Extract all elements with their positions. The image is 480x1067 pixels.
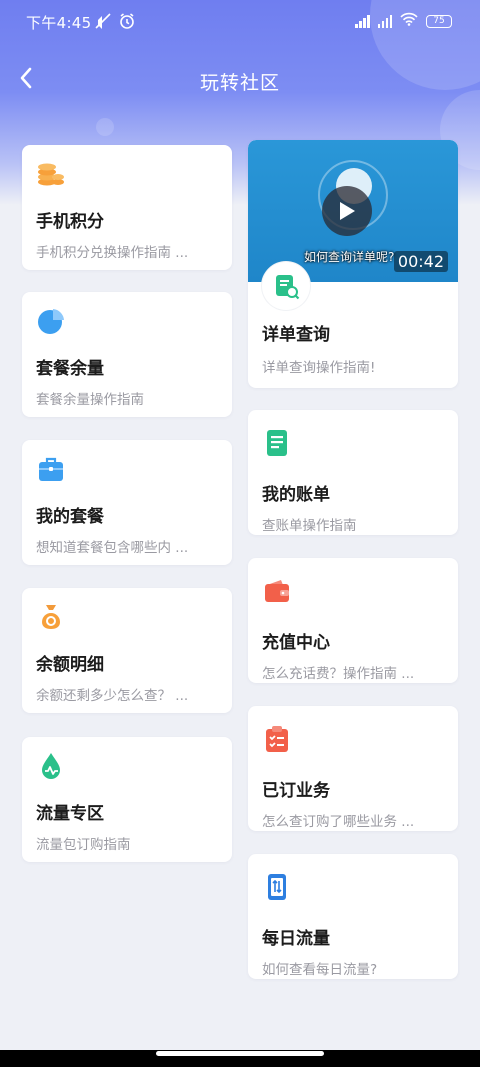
card-detail-query[interactable]: 如何查询详单呢? 00:42 详单查询 详单查询操作指南! <box>248 140 458 388</box>
card-description: 怎么充话费？操作指南 ... <box>262 666 415 682</box>
card-description: 查账单操作指南 <box>262 518 357 534</box>
card-description: 套餐余量操作指南 <box>36 392 144 408</box>
coins-icon <box>36 159 66 189</box>
card-title: 流量专区 <box>36 804 104 824</box>
card-title: 详单查询 <box>262 325 330 345</box>
clipboard-check-icon <box>262 724 292 754</box>
card-description: 手机积分兑换操作指南 ... <box>36 245 189 261</box>
wifi-icon <box>400 12 418 30</box>
document-icon <box>262 428 292 458</box>
status-bar: 下午4:45 75 <box>0 0 480 44</box>
mute-icon <box>94 12 112 34</box>
card-subscribed-services[interactable]: 已订业务 怎么查订购了哪些业务 ... <box>248 706 458 831</box>
card-title: 已订业务 <box>262 781 330 801</box>
card-package-balance[interactable]: 套餐余量 套餐余量操作指南 <box>22 292 232 417</box>
page-title: 玩转社区 <box>199 72 280 94</box>
signal-icon <box>377 14 392 28</box>
card-points[interactable]: 手机积分 手机积分兑换操作指南 ... <box>22 145 232 270</box>
video-caption: 如何查询详单呢? <box>304 250 395 264</box>
card-description: 流量包订购指南 <box>36 837 131 853</box>
card-title: 充值中心 <box>262 633 330 653</box>
card-my-bill[interactable]: 我的账单 查账单操作指南 <box>248 410 458 535</box>
card-daily-data[interactable]: 每日流量 如何查看每日流量? <box>248 854 458 979</box>
card-title: 我的套餐 <box>36 507 104 527</box>
video-thumbnail[interactable]: 如何查询详单呢? 00:42 <box>248 140 458 282</box>
card-description: 怎么查订购了哪些业务 ... <box>262 814 415 830</box>
status-time: 下午4:45 <box>26 14 92 32</box>
battery-icon: 75 <box>426 14 452 28</box>
card-title: 余额明细 <box>36 655 104 675</box>
briefcase-icon <box>36 454 66 484</box>
pie-chart-icon <box>36 306 66 336</box>
card-description: 余额还剩多少怎么查？ ... <box>36 688 189 704</box>
card-title: 我的账单 <box>262 485 330 505</box>
droplet-icon <box>36 751 66 781</box>
wallet-icon <box>262 576 292 606</box>
play-icon <box>340 202 355 220</box>
signal-icon <box>355 14 370 28</box>
top-navigation: 玩转社区 <box>0 52 480 108</box>
card-description: 如何查看每日流量? <box>262 962 378 978</box>
card-title: 每日流量 <box>262 929 330 949</box>
card-description: 想知道套餐包含哪些内 ... <box>36 540 189 556</box>
card-recharge[interactable]: 充值中心 怎么充话费？操作指南 ... <box>248 558 458 683</box>
money-bag-icon <box>36 602 66 632</box>
video-duration: 00:42 <box>393 251 448 272</box>
data-transfer-icon <box>262 872 292 902</box>
play-button[interactable] <box>322 186 372 236</box>
card-data-zone[interactable]: 流量专区 流量包订购指南 <box>22 737 232 862</box>
bill-search-icon <box>262 262 310 310</box>
home-indicator[interactable] <box>156 1051 324 1056</box>
card-my-plan[interactable]: 我的套餐 想知道套餐包含哪些内 ... <box>22 440 232 565</box>
card-title: 套餐余量 <box>36 359 104 379</box>
card-balance-detail[interactable]: 余额明细 余额还剩多少怎么查？ ... <box>22 588 232 713</box>
card-description: 详单查询操作指南! <box>262 360 376 376</box>
alarm-icon <box>118 12 136 34</box>
card-title: 手机积分 <box>36 212 104 232</box>
